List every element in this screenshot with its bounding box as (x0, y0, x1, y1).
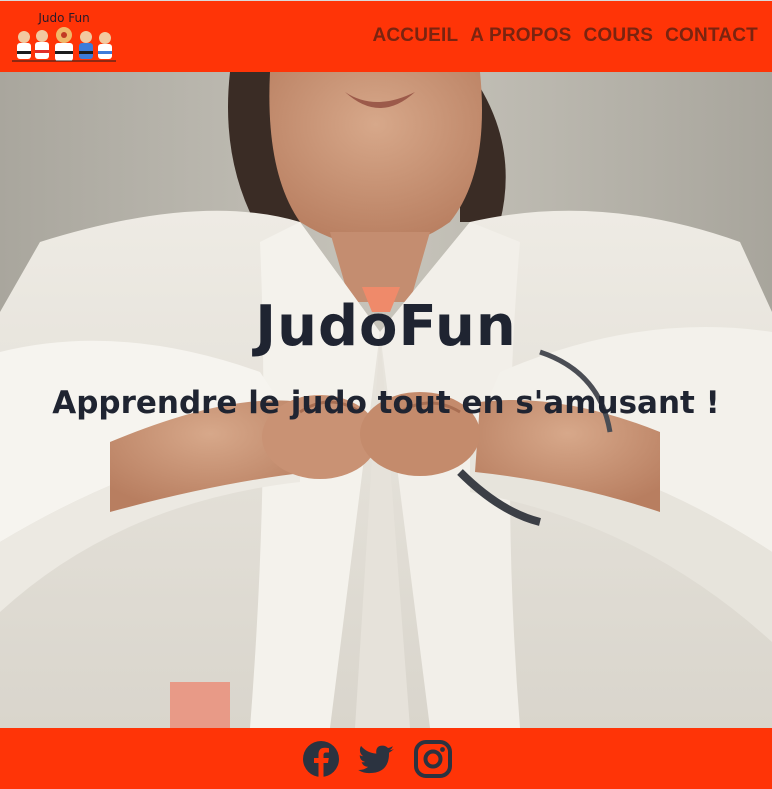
hero-section: JudoFun Apprendre le judo tout en s'amus… (0, 72, 772, 728)
main-nav: ACCUEIL A PROPOS COURS CONTACT (372, 25, 758, 47)
nav-item-contact[interactable]: CONTACT (665, 25, 758, 47)
nav-item-accueil[interactable]: ACCUEIL (372, 25, 458, 47)
social-links (302, 740, 452, 778)
logo-illustration (12, 27, 116, 62)
twitter-icon (358, 745, 394, 774)
hero-title: JudoFun (255, 294, 517, 359)
facebook-link[interactable] (302, 740, 340, 778)
page: Judo Fun ACCUEIL A PROPOS COURS CONTACT … (0, 0, 772, 789)
site-header: Judo Fun ACCUEIL A PROPOS COURS CONTACT (0, 0, 772, 72)
facebook-icon (303, 741, 339, 777)
logo[interactable]: Judo Fun (12, 9, 116, 65)
nav-item-a-propos[interactable]: A PROPOS (470, 25, 571, 47)
instagram-icon (414, 740, 452, 778)
twitter-link[interactable] (358, 740, 396, 778)
hero-subtitle: Apprendre le judo tout en s'amusant ! (52, 385, 720, 421)
site-footer (0, 728, 772, 789)
logo-text: Judo Fun (38, 11, 90, 25)
instagram-link[interactable] (414, 740, 452, 778)
nav-item-cours[interactable]: COURS (584, 25, 654, 47)
